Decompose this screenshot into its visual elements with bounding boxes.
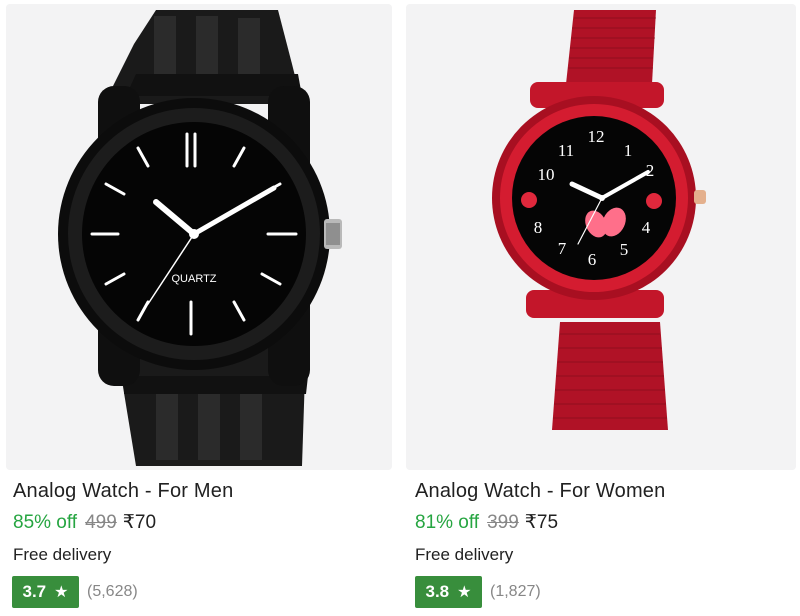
discount-label: 85% off [13,512,78,533]
product-card[interactable]: QUARTZ Analog Watch - For Men 85% off 499… [0,0,397,616]
price-row: 81% off 399 ₹75 [415,511,558,534]
rating-row: 3.8 ★ (1,827) [415,576,541,608]
dial-numeral: 5 [620,240,629,259]
dial-numeral: 4 [642,218,651,237]
mens-black-watch-image: QUARTZ [6,4,392,470]
dial-numeral: 10 [538,165,555,184]
rating-count: (5,628) [87,583,138,600]
selling-price: ₹70 [122,512,157,533]
dial-numeral: 12 [588,127,605,146]
delivery-label: Free delivery [415,545,514,564]
rating-value: 3.8 [425,582,450,601]
dial-brand-text: QUARTZ [171,273,216,285]
rating-value: 3.7 [22,582,47,601]
product-image[interactable]: QUARTZ [6,4,392,470]
rating-badge: 3.7 ★ [12,576,79,608]
product-title[interactable]: Analog Watch - For Men [13,480,233,503]
rating-row: 3.7 ★ (5,628) [12,576,138,608]
original-price: 399 [487,512,519,533]
product-card[interactable]: 12 1 2 3 4 5 6 7 8 9 10 11 [403,0,800,616]
star-icon: ★ [457,584,472,601]
rating-count: (1,827) [490,583,541,600]
discount-label: 81% off [415,512,480,533]
star-icon: ★ [54,584,69,601]
delivery-label: Free delivery [13,545,112,564]
dial-numeral: 8 [534,218,543,237]
dial-numeral: 11 [558,141,574,160]
dial-numeral: 1 [624,141,633,160]
womens-red-watch-image: 12 1 2 3 4 5 6 7 8 9 10 11 [406,4,796,470]
product-title[interactable]: Analog Watch - For Women [415,480,665,503]
price-row: 85% off 499 ₹70 [13,511,156,534]
rating-badge: 3.8 ★ [415,576,482,608]
dial-numeral: 7 [558,239,567,258]
selling-price: ₹75 [524,512,559,533]
dial-numeral: 6 [588,250,597,269]
product-image[interactable]: 12 1 2 3 4 5 6 7 8 9 10 11 [406,4,796,470]
original-price: 499 [85,512,117,533]
